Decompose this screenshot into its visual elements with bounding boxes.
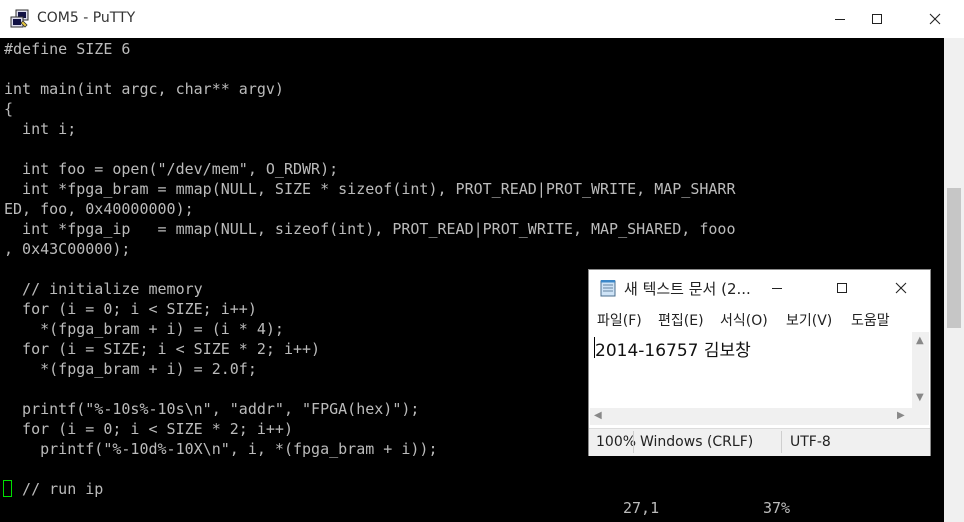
terminal-cursor xyxy=(3,480,12,497)
notepad-maximize-button[interactable] xyxy=(822,270,862,306)
notepad-minimize-button[interactable] xyxy=(757,270,797,306)
status-zoom: 100% xyxy=(596,434,637,450)
terminal-line: int i; xyxy=(4,120,77,138)
scrollbar-corner xyxy=(912,408,929,425)
scroll-down-icon[interactable]: ▼ xyxy=(916,392,924,403)
terminal-line: ED, foo, 0x40000000); xyxy=(4,200,194,218)
scrollbar-thumb[interactable] xyxy=(947,188,961,328)
notepad-vertical-scrollbar[interactable]: ▲ ▼ xyxy=(912,332,929,408)
terminal-line: // initialize memory xyxy=(4,280,203,298)
notepad-content: 2014-16757 김보창 xyxy=(595,341,751,361)
terminal-line: *(fpga_bram + i) = 2.0f; xyxy=(4,360,257,378)
close-icon xyxy=(895,282,907,294)
status-divider xyxy=(633,431,634,453)
terminal-line: printf("%-10d%-10X\n", i, *(fpga_bram + … xyxy=(4,440,438,458)
menu-file[interactable]: 파일(F) xyxy=(597,310,642,330)
terminal-line: for (i = 0; i < SIZE; i++) xyxy=(4,300,257,318)
menu-edit[interactable]: 편집(E) xyxy=(658,310,704,330)
notepad-window[interactable]: 새 텍스트 문서 (2... 파일(F) 편집(E) 서식(O) 보기(V) 도… xyxy=(588,269,931,456)
terminal-line: printf("%-10s%-10s\n", "addr", "FPGA(hex… xyxy=(4,400,420,418)
scroll-left-icon[interactable]: ◀ xyxy=(594,410,602,421)
terminal-line: int *fpga_bram = mmap(NULL, SIZE * sizeo… xyxy=(4,180,736,198)
putty-titlebar[interactable]: COM5 - PuTTY xyxy=(0,0,964,38)
menu-view[interactable]: 보기(V) xyxy=(786,310,832,330)
putty-app-icon xyxy=(10,9,29,28)
minimize-icon xyxy=(772,288,782,289)
editor-cursor-position: 27,1 xyxy=(623,499,660,517)
notepad-titlebar[interactable]: 새 텍스트 문서 (2... xyxy=(589,270,930,306)
terminal-line: int main(int argc, char** argv) xyxy=(4,80,284,98)
status-encoding: UTF-8 xyxy=(790,434,831,450)
close-button[interactable] xyxy=(910,0,960,38)
notepad-menubar: 파일(F) 편집(E) 서식(O) 보기(V) 도움말 xyxy=(589,306,930,332)
notepad-text-area[interactable]: 2014-16757 김보창 xyxy=(590,332,912,408)
notepad-close-button[interactable] xyxy=(881,270,921,306)
terminal-line: int foo = open("/dev/mem", O_RDWR); xyxy=(4,160,339,178)
minimize-icon xyxy=(835,19,845,20)
editor-scroll-percent: 37% xyxy=(763,499,791,517)
scroll-right-icon[interactable]: ▶ xyxy=(897,410,905,421)
terminal-line: // run ip xyxy=(4,480,104,498)
text-caret xyxy=(594,337,595,358)
notepad-app-icon xyxy=(600,280,616,297)
maximize-button[interactable] xyxy=(852,0,902,38)
scroll-up-icon[interactable]: ▲ xyxy=(916,335,924,346)
terminal-line: for (i = SIZE; i < SIZE * 2; i++) xyxy=(4,340,321,358)
status-divider xyxy=(781,431,782,453)
terminal-line: #define SIZE 6 xyxy=(4,40,131,58)
notepad-horizontal-scrollbar[interactable]: ◀ ▶ xyxy=(590,408,912,425)
menu-format[interactable]: 서식(O) xyxy=(720,310,768,330)
terminal-line: , 0x43C00000); xyxy=(4,240,131,258)
terminal-line: int *fpga_ip = mmap(NULL, sizeof(int), P… xyxy=(4,220,736,238)
maximize-icon xyxy=(872,14,882,24)
terminal-scrollbar[interactable] xyxy=(944,38,964,522)
status-line-ending: Windows (CRLF) xyxy=(640,434,754,450)
notepad-statusbar: 100% Windows (CRLF) UTF-8 xyxy=(589,428,930,456)
terminal-line: for (i = 0; i < SIZE * 2; i++) xyxy=(4,420,293,438)
close-icon xyxy=(929,13,941,25)
menu-help[interactable]: 도움말 xyxy=(851,310,890,330)
notepad-title: 새 텍스트 문서 (2... xyxy=(624,280,751,298)
terminal-line: *(fpga_bram + i) = (i * 4); xyxy=(4,320,284,338)
window-title: COM5 - PuTTY xyxy=(37,10,136,26)
maximize-icon xyxy=(837,283,847,293)
terminal-line: { xyxy=(4,100,14,118)
